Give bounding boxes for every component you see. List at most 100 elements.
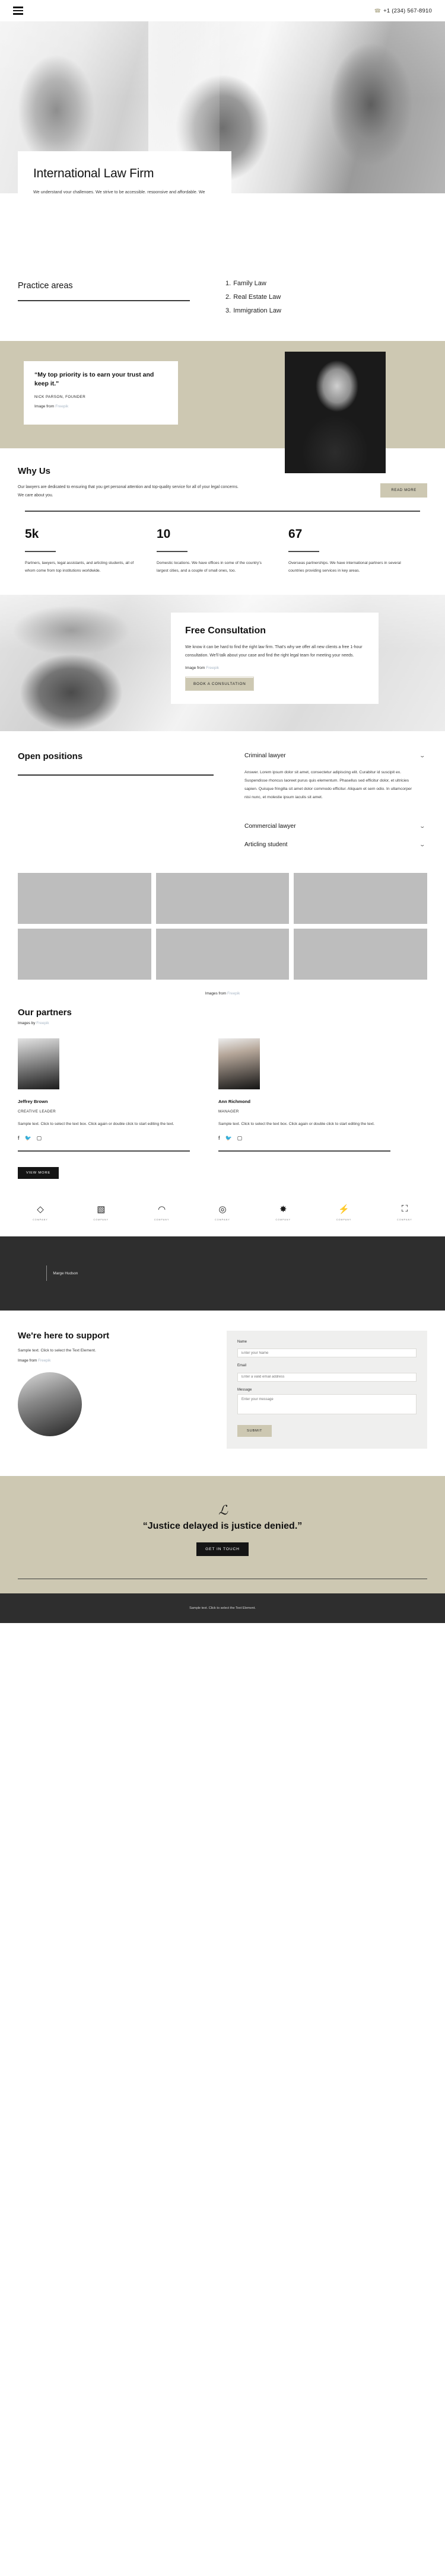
chevron-down-icon[interactable]: ⌄ (419, 753, 426, 759)
social-links: f 🐦 ▢ (218, 1136, 390, 1141)
diamond-icon: ◇ (37, 1204, 44, 1214)
partner-description: Sample text. Click to select the text bo… (18, 1121, 174, 1126)
phone-link[interactable]: ☎ +1 (234) 567-8910 (374, 8, 432, 14)
stat-description: Partners, lawyers, legal assistants, and… (25, 560, 134, 573)
stat-description: Overseas partnerships. We have internati… (288, 560, 401, 573)
testimonial-quote: “My top priority is to earn your trust a… (34, 371, 154, 388)
stat-item: 67 Overseas partnerships. We have intern… (288, 527, 420, 575)
message-input[interactable] (237, 1394, 417, 1414)
closing-quote-section: ℒ “Justice delayed is justice denied.” G… (0, 1475, 445, 1594)
freepik-link[interactable]: Freepik (36, 1021, 49, 1025)
chevron-down-icon[interactable]: ⌄ (419, 823, 426, 830)
accordion-header[interactable]: Commercial lawyer ⌄ (244, 822, 427, 831)
chevron-down-icon[interactable]: ⌄ (419, 841, 426, 848)
accordion-header[interactable]: Criminal lawyer ⌄ (244, 751, 427, 760)
founder-photo (285, 352, 386, 473)
client-logo: ◎ COMPANY (204, 1203, 241, 1221)
twitter-icon[interactable]: 🐦 (225, 1136, 232, 1141)
hamburger-menu-icon[interactable] (13, 7, 23, 15)
contact-avatar (18, 1372, 82, 1437)
testimonial-image-credit: Image from Freepik (34, 404, 69, 409)
statistics-row: 5k Partners, lawyers, legal assistants, … (18, 527, 427, 575)
testimonial-author: NICK PARSON, FOUNDER (34, 395, 86, 400)
freepik-link[interactable]: Freepik (227, 991, 240, 996)
why-us-row: Our lawyers are dedicated to ensuring th… (18, 483, 427, 500)
freepik-link[interactable]: Freepik (55, 404, 68, 409)
page-footer: Sample text. Click to select the Text El… (0, 1593, 445, 1624)
partner-divider (18, 1150, 190, 1152)
stat-underline (156, 551, 187, 552)
gallery-image (18, 872, 151, 924)
client-logos-strip: ◇ COMPANY ▧ COMPANY ◠ COMPANY ◎ COMPANY ✸ COM… (0, 1192, 445, 1236)
consultation-image-credit: Image from Freepik (185, 665, 220, 670)
facebook-icon[interactable]: f (18, 1136, 20, 1141)
contact-form: Name Email Message SUBMIT (227, 1330, 427, 1449)
contact-credit: Image from Freepik (18, 1359, 51, 1363)
free-consultation-section: Free Consultation We know it can be hard… (0, 595, 445, 732)
partners-section: Our partners Images by Freepik Jeffrey B… (0, 998, 445, 1156)
practice-areas-title: Practice areas (18, 281, 73, 291)
email-input[interactable] (237, 1372, 417, 1382)
open-positions-title: Open positions (18, 751, 83, 762)
practice-divider (18, 300, 190, 301)
consultation-button-wrap: BOOK A CONSULTATION (185, 676, 255, 691)
read-more-button[interactable]: READ MORE (380, 483, 427, 498)
book-consultation-button[interactable]: BOOK A CONSULTATION (186, 677, 254, 690)
stat-item: 10 Domestic locations. We have offices i… (156, 527, 288, 575)
partner-card: Jeffrey Brown CREATIVE LEADER Sample tex… (18, 1038, 190, 1152)
view-more-button[interactable]: VIEW MORE (18, 1166, 59, 1179)
footer-text: Sample text. Click to select the Text El… (189, 1606, 256, 1611)
dark-band-inner: Marge Hudson (46, 1265, 78, 1281)
gallery-image (294, 928, 427, 980)
list-item[interactable]: 3. Immigration Law (225, 307, 281, 314)
partner-name: Jeffrey Brown (18, 1098, 48, 1104)
submit-button[interactable]: SUBMIT (237, 1424, 272, 1437)
facebook-icon[interactable]: f (218, 1136, 220, 1141)
name-input[interactable] (237, 1348, 417, 1358)
name-field-group: Name (237, 1340, 417, 1358)
accordion-header[interactable]: Articling student ⌄ (244, 840, 427, 849)
list-item[interactable]: 1. Family Law (225, 280, 281, 287)
instagram-icon[interactable]: ▢ (237, 1136, 243, 1141)
partner-role: MANAGER (218, 1109, 239, 1114)
page-root: ☎ +1 (234) 567-8910 International Law Fi… (0, 0, 445, 1624)
freepik-link[interactable]: Freepik (38, 1359, 50, 1363)
phone-icon: ☎ (374, 7, 382, 14)
frame-icon: ⛶ (401, 1204, 408, 1214)
name-label: Name (237, 1340, 247, 1344)
hero-card: International Law Firm We understand you… (18, 151, 231, 193)
list-item[interactable]: 2. Real Estate Law (225, 294, 281, 301)
accordion-item-commercial-lawyer: Commercial lawyer ⌄ (244, 822, 427, 831)
testimonial-card: “My top priority is to earn your trust a… (24, 361, 178, 425)
closing-divider (18, 1578, 427, 1580)
partner-role: CREATIVE LEADER (18, 1109, 56, 1114)
top-navigation-bar: ☎ +1 (234) 567-8910 (0, 0, 445, 21)
stat-description: Domestic locations. We have offices in s… (156, 560, 262, 573)
freepik-link[interactable]: Freepik (206, 666, 219, 670)
gallery-image (155, 928, 290, 980)
partners-grid: Jeffrey Brown CREATIVE LEADER Sample tex… (18, 1038, 427, 1152)
twitter-icon[interactable]: 🐦 (25, 1136, 31, 1141)
client-logo: ⛶ COMPANY (386, 1203, 424, 1221)
star-icon: ✸ (279, 1204, 287, 1214)
signature-icon: ℒ (218, 1503, 228, 1518)
social-links: f 🐦 ▢ (18, 1136, 190, 1141)
gallery-image (294, 872, 427, 924)
why-us-lead: Our lawyers are dedicated to ensuring th… (18, 485, 239, 498)
partner-description: Sample text. Click to select the text bo… (218, 1121, 375, 1126)
stat-value: 10 (156, 527, 171, 541)
contact-section: We're here to support Sample text. Click… (0, 1310, 445, 1476)
dark-quote-band: Marge Hudson (0, 1236, 445, 1311)
accordion-label: Commercial lawyer (244, 822, 296, 830)
hero-spacer (0, 193, 445, 263)
client-logo: ✸ COMPANY (264, 1203, 302, 1221)
instagram-icon[interactable]: ▢ (37, 1136, 42, 1141)
gallery-image (18, 928, 151, 980)
image-gallery (0, 867, 445, 983)
contact-body: Sample text. Click to select the Text El… (18, 1348, 96, 1353)
avatar (18, 1038, 59, 1089)
get-in-touch-button[interactable]: GET IN TOUCH (196, 1542, 249, 1556)
practice-areas-list: 1. Family Law 2. Real Estate Law 3. Immigra… (214, 276, 281, 321)
open-positions-section: Open positions Criminal lawyer ⌄ Answer.… (0, 731, 445, 867)
client-logo: ▧ COMPANY (82, 1203, 120, 1221)
